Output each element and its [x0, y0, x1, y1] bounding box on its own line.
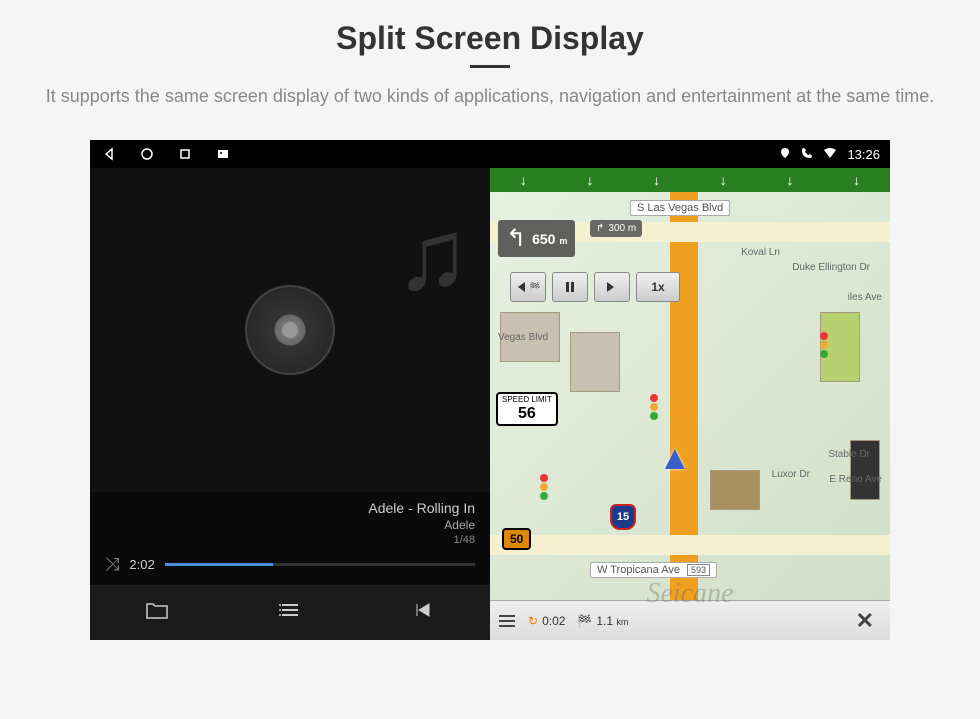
track-title: Adele - Rolling In: [105, 500, 475, 516]
sim-playback-controls: 🏁 1x: [510, 272, 680, 302]
back-icon[interactable]: [100, 145, 118, 163]
refresh-icon: ↻: [528, 614, 538, 628]
device-screen: 13:26 ♫ Adele - Rolling In Adele 1/48 ⤨ …: [90, 140, 890, 640]
speed-limit-sign: SPEED LIMIT 56: [496, 392, 558, 426]
location-icon: [779, 147, 791, 162]
sim-prev-button[interactable]: 🏁: [510, 272, 546, 302]
record-disc[interactable]: [245, 285, 335, 375]
music-note-icon: ♫: [395, 198, 470, 313]
navigation-pane: ↓ ↓ ↓ ↓ ↓ ↓ S Las Vegas Blvd W Tropicana…: [490, 168, 890, 640]
traffic-light-icon: [650, 394, 660, 420]
route-shield: 50: [502, 528, 531, 550]
elapsed-time: 2:02: [129, 557, 154, 572]
nav-lane-guidance: ↓ ↓ ↓ ↓ ↓ ↓: [490, 168, 890, 192]
map-road: [490, 535, 890, 555]
street-label: W Tropicana Ave 593: [590, 562, 717, 578]
phone-icon: [801, 147, 813, 162]
traffic-light-icon: [820, 332, 830, 358]
traffic-light-icon: [540, 474, 550, 500]
title-underline: [470, 65, 510, 68]
map-canvas[interactable]: S Las Vegas Blvd W Tropicana Ave 593 Kov…: [490, 192, 890, 600]
previous-icon[interactable]: [411, 600, 435, 626]
image-icon[interactable]: [214, 145, 232, 163]
progress-bar[interactable]: [165, 563, 475, 566]
android-statusbar: 13:26: [90, 140, 890, 168]
folder-icon[interactable]: [145, 600, 169, 626]
recents-icon[interactable]: [176, 145, 194, 163]
poi-label: Stable Dr: [828, 449, 870, 460]
poi-label: Vegas Blvd: [498, 332, 548, 343]
poi-label: E Reno Ave: [829, 474, 882, 485]
map-building: [570, 332, 620, 392]
home-icon[interactable]: [138, 145, 156, 163]
poi-label: Duke Ellington Dr: [792, 262, 870, 273]
sim-speed-button[interactable]: 1x: [636, 272, 680, 302]
interstate-shield: 15: [610, 504, 636, 530]
page-title: Split Screen Display: [40, 20, 940, 57]
lane-arrow-icon: ↓: [853, 172, 860, 188]
track-count: 1/48: [105, 534, 475, 546]
music-bottom-controls: [90, 585, 490, 640]
progress-fill: [165, 563, 274, 566]
lane-arrow-icon: ↓: [720, 172, 727, 188]
poi-label: Luxor Dr: [772, 469, 810, 480]
poi-label: Koval Ln: [741, 247, 780, 258]
nav-menu-button[interactable]: [498, 614, 516, 628]
street-label: S Las Vegas Blvd: [630, 200, 730, 216]
track-artist: Adele: [105, 518, 475, 532]
clock-time: 13:26: [847, 147, 880, 162]
map-building: [710, 470, 760, 510]
playlist-icon[interactable]: [278, 600, 302, 626]
wifi-icon: [823, 147, 837, 162]
dest-flag-icon: 🏁: [577, 614, 592, 628]
sim-pause-button[interactable]: [552, 272, 588, 302]
turn-instruction: ↰ 650 m: [498, 220, 575, 257]
shuffle-icon[interactable]: ⤨: [105, 554, 119, 575]
next-turn-instruction: ↱ 300 m: [590, 220, 642, 237]
lane-arrow-icon: ↓: [786, 172, 793, 188]
turn-right-icon: ↱: [596, 223, 604, 234]
album-art-area: ♫: [90, 168, 490, 492]
sim-next-button[interactable]: [594, 272, 630, 302]
vehicle-cursor-icon: ▲: [658, 439, 692, 478]
nav-bottom-bar: ↻ 0:02 🏁 1.1 km ✕: [490, 600, 890, 640]
page-subtitle: It supports the same screen display of t…: [40, 83, 940, 110]
music-player-pane: ♫ Adele - Rolling In Adele 1/48 ⤨ 2:02: [90, 168, 490, 640]
nav-close-button[interactable]: ✕: [848, 608, 882, 634]
nav-eta: ↻ 0:02: [528, 614, 565, 628]
lane-arrow-icon: ↓: [520, 172, 527, 188]
poi-label: iles Ave: [848, 292, 882, 303]
nav-distance: 🏁 1.1 km: [577, 614, 628, 628]
lane-arrow-icon: ↓: [586, 172, 593, 188]
turn-left-icon: ↰: [506, 224, 526, 253]
lane-arrow-icon: ↓: [653, 172, 660, 188]
